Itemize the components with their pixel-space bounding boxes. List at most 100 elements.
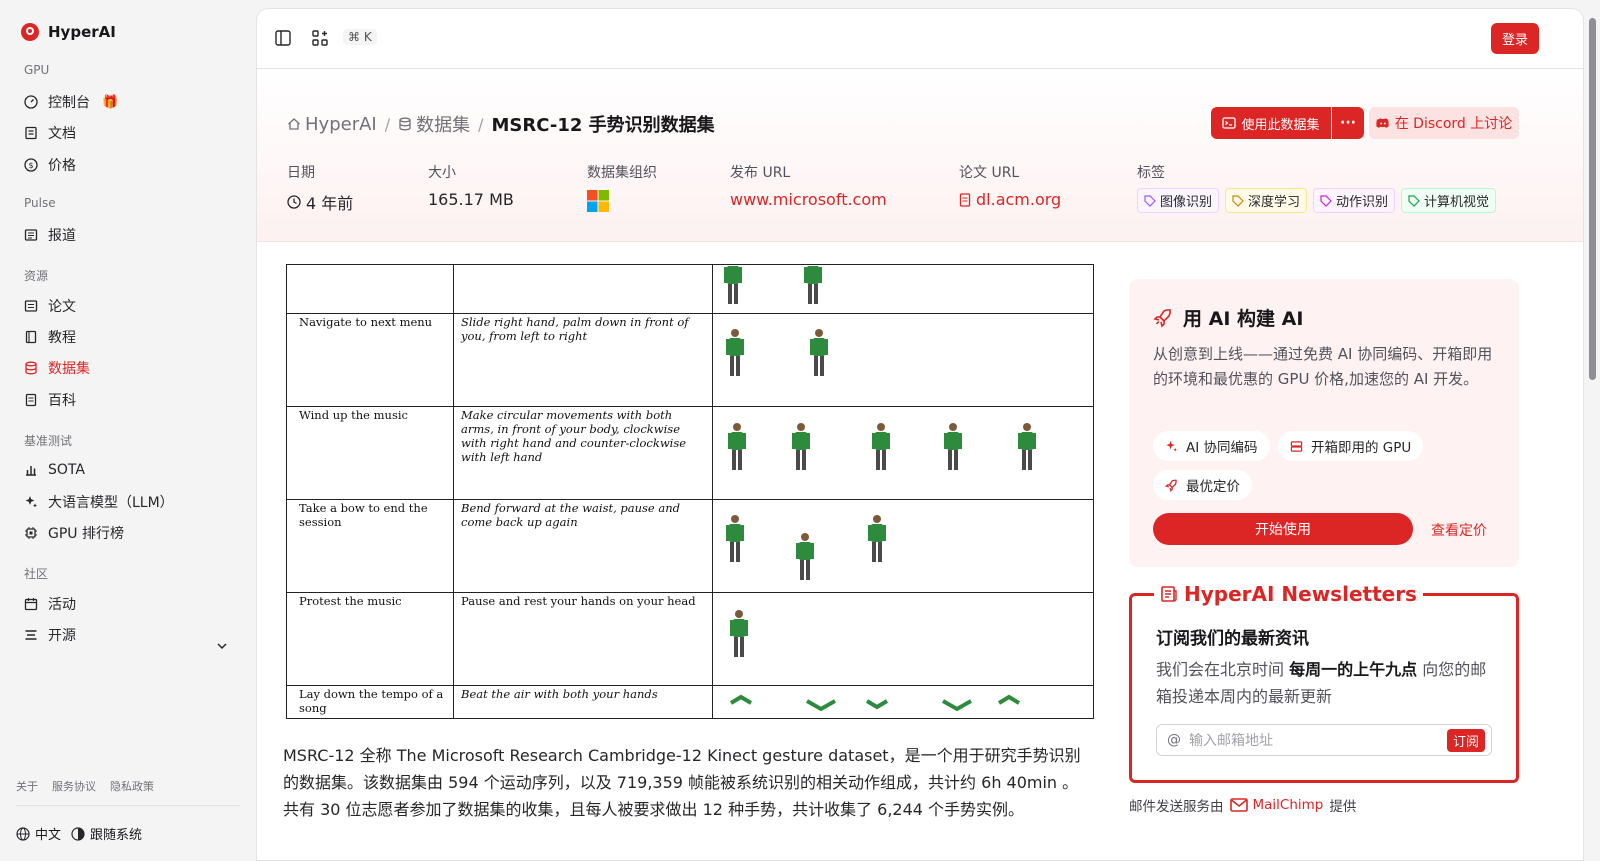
sidebar-item-llm[interactable]: 大语言模型（LLM） <box>24 491 174 513</box>
newsletter-description: 我们会在北京时间 每周一的上午九点 向您的邮箱投递本周内的最新更新 <box>1156 656 1496 710</box>
meta-size: 大小 165.17 MB <box>428 162 514 209</box>
org-logo[interactable] <box>587 190 657 212</box>
mailchimp-link[interactable]: MailChimp <box>1229 797 1324 813</box>
tag-icon <box>1144 194 1156 207</box>
terminal-icon <box>1222 117 1237 129</box>
more-actions-button[interactable]: ··· <box>1332 107 1364 139</box>
size-value: 165.17 MB <box>428 190 514 209</box>
sidebar-item-events[interactable]: 活动 <box>24 593 76 615</box>
sidebar-item-label: SOTA <box>48 462 85 478</box>
feature-chip: 开箱即用的 GPU <box>1278 431 1424 461</box>
login-button[interactable]: 登录 <box>1491 23 1539 54</box>
sidebar-item-label: GPU 排行榜 <box>48 526 124 542</box>
section-benchmarks: 基准测试 <box>24 434 73 448</box>
tag-chip[interactable]: 深度学习 <box>1225 188 1308 213</box>
brand[interactable]: HyperAI <box>20 22 116 42</box>
newsletter-title: HyperAI Newsletters <box>1154 582 1423 606</box>
sidebar-item-papers[interactable]: 论文 <box>24 295 76 317</box>
home-icon <box>288 118 300 130</box>
tag-list: 图像识别 深度学习 动作识别 计算机视觉 <box>1137 188 1497 213</box>
command-shortcut[interactable]: ⌘ K <box>343 29 377 45</box>
gauge-icon <box>24 95 38 109</box>
scrollbar-thumb[interactable] <box>1589 18 1596 380</box>
gesture-photo <box>804 265 822 304</box>
mailchimp-label: MailChimp <box>1252 797 1324 813</box>
paper-url-link[interactable]: dl.acm.org <box>959 190 1061 209</box>
gesture-photo <box>792 423 810 470</box>
tag-chip[interactable]: 动作识别 <box>1313 188 1396 213</box>
rocket-icon <box>1153 308 1171 328</box>
theme-switch[interactable]: 跟随系统 <box>71 824 142 843</box>
footer-link-about[interactable]: 关于 <box>16 778 38 794</box>
publish-url-link[interactable]: www.microsoft.com <box>730 190 887 209</box>
use-dataset-button[interactable]: 使用此数据集 <box>1211 107 1331 139</box>
chip-icon <box>25 527 37 539</box>
meta-paper: 论文 URL dl.acm.org <box>959 162 1061 209</box>
scrollbar[interactable] <box>1584 0 1600 861</box>
sidebar-item-reports[interactable]: 报道 <box>24 224 76 246</box>
clock-icon <box>287 195 301 209</box>
discord-button[interactable]: 在 Discord 上讨论 <box>1369 107 1519 139</box>
sidebar-item-console[interactable]: 控制台 🎁 <box>24 91 118 113</box>
gesture-photo <box>728 423 746 470</box>
sidebar-item-sota[interactable]: SOTA <box>24 459 85 481</box>
svg-text:$: $ <box>28 161 33 170</box>
footer-link-terms[interactable]: 服务协议 <box>52 778 96 794</box>
sparkle-icon <box>1166 440 1178 452</box>
paper-url-label: dl.acm.org <box>976 190 1062 209</box>
sidebar-item-tutorials[interactable]: 教程 <box>24 326 76 348</box>
breadcrumb-home[interactable]: HyperAI <box>287 114 377 135</box>
sidebar-item-pricing[interactable]: $ 价格 <box>24 154 76 176</box>
tag-chip[interactable]: 图像识别 <box>1137 188 1220 213</box>
document-icon <box>959 192 971 207</box>
gesture-photo <box>872 423 890 470</box>
breadcrumb-separator: / <box>384 114 391 134</box>
chevron-down-icon[interactable] <box>216 640 228 652</box>
sidebar-item-label: 论文 <box>48 299 76 315</box>
meta-value: 4 年前 <box>287 190 353 214</box>
tag-label: 动作识别 <box>1336 195 1389 210</box>
database-icon <box>399 117 411 131</box>
desc-text: 我们会在北京时间 <box>1156 660 1290 679</box>
gesture-photo <box>726 329 744 376</box>
tag-icon <box>1320 194 1332 207</box>
bar-chart-icon <box>26 466 36 476</box>
sidebar-item-open-source[interactable]: 开源 <box>24 624 76 646</box>
theme-icon <box>71 826 85 841</box>
tag-chip[interactable]: 计算机视觉 <box>1401 188 1497 213</box>
breadcrumb-datasets[interactable]: 数据集 <box>398 111 470 137</box>
book-icon <box>25 330 37 344</box>
feature-chip: 最优定价 <box>1153 470 1252 500</box>
newsletter-subtitle: 订阅我们的最新资讯 <box>1156 629 1309 649</box>
sidebar-item-label: 控制台 <box>48 95 90 111</box>
view-pricing-link[interactable]: 查看定价 <box>1431 520 1487 540</box>
newsletter-box: HyperAI Newsletters 订阅我们的最新资讯 我们会在北京时间 每… <box>1129 582 1519 783</box>
meta-label: 标签 <box>1137 165 1165 181</box>
language-label: 中文 <box>35 828 62 843</box>
date-value: 4 年前 <box>306 194 354 213</box>
ai-card-description: 从创意到上线——通过免费 AI 协同编码、开箱即用的环境和最优惠的 GPU 价格… <box>1153 345 1493 388</box>
newspaper-icon <box>1161 586 1177 602</box>
footer-link-privacy[interactable]: 隐私政策 <box>110 778 154 794</box>
tag-label: 深度学习 <box>1248 195 1301 210</box>
ai-card-title: 用 AI 构建 AI <box>1153 304 1303 331</box>
at-icon: @ <box>1167 732 1181 748</box>
discord-label: 在 Discord 上讨论 <box>1394 116 1513 132</box>
meta-label: 论文 URL <box>959 165 1020 181</box>
apps-icon[interactable] <box>311 29 329 47</box>
footer-settings: 中文 跟随系统 <box>16 824 142 843</box>
sidebar-item-gpu-ranking[interactable]: GPU 排行榜 <box>24 522 124 544</box>
sidebar-toggle-icon[interactable] <box>274 29 292 47</box>
paper-icon <box>24 300 38 312</box>
email-field[interactable]: @ 输入邮箱地址 订阅 <box>1156 724 1492 756</box>
meta-url: 发布 URL www.microsoft.com <box>730 162 887 209</box>
subscribe-button[interactable]: 订阅 <box>1446 728 1485 752</box>
sidebar-item-wiki[interactable]: 百科 <box>24 389 76 411</box>
meta-label: 数据集组织 <box>587 165 657 181</box>
dataset-figure: Navigate to next menu Slide right hand, … <box>286 264 1094 719</box>
sidebar-item-docs[interactable]: 文档 <box>24 122 76 144</box>
get-started-button[interactable]: 开始使用 <box>1153 513 1413 545</box>
sidebar-item-datasets[interactable]: 数据集 <box>24 357 90 379</box>
language-switch[interactable]: 中文 <box>16 824 61 843</box>
server-icon <box>1290 440 1303 452</box>
